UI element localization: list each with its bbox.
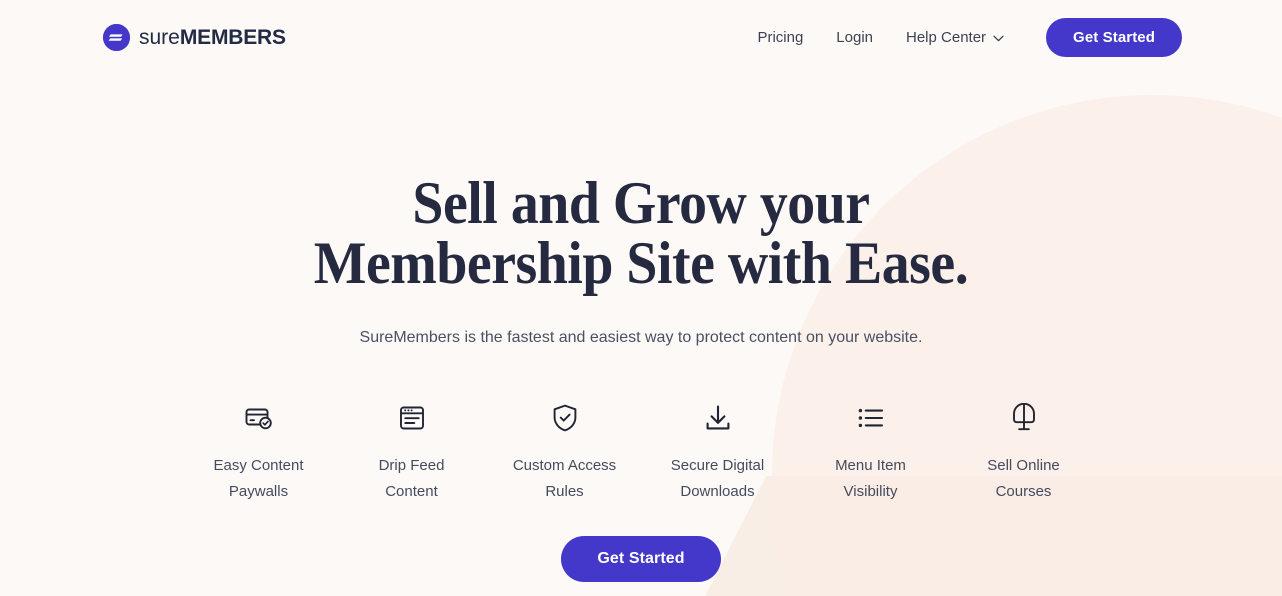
header-get-started-button[interactable]: Get Started [1046, 17, 1182, 57]
feature-label: Custom Access Rules [513, 453, 616, 505]
landing-page: sureMEMBERS Pricing Login Help Center Ge… [0, 0, 1282, 596]
feature-label-line-2: Downloads [680, 483, 755, 500]
feature-item-drip-feed-content[interactable]: Drip Feed Content [335, 401, 488, 505]
feature-label-line-1: Drip Feed [378, 457, 445, 474]
brand-logo-text: sureMEMBERS [139, 27, 286, 48]
feature-label: Secure Digital Downloads [671, 453, 764, 505]
nav-item-pricing[interactable]: Pricing [757, 30, 803, 45]
feature-item-sell-online-courses[interactable]: Sell Online Courses [947, 401, 1100, 505]
feature-label: Easy Content Paywalls [213, 453, 303, 505]
hero-get-started-button[interactable]: Get Started [561, 536, 721, 582]
feature-item-secure-digital-downloads[interactable]: Secure Digital Downloads [641, 401, 794, 505]
browser-window-icon [398, 401, 426, 435]
hero-section: Sell and Grow your Membership Site with … [0, 74, 1282, 349]
feature-label: Drip Feed Content [379, 453, 445, 505]
feature-label-line-1: Sell Online [987, 457, 1060, 474]
suremembers-circle-logo-icon [103, 23, 130, 51]
download-tray-icon [704, 401, 732, 435]
feature-item-custom-access-rules[interactable]: Custom Access Rules [488, 401, 641, 505]
feature-label: Sell Online Courses [987, 453, 1060, 505]
shield-check-icon [551, 401, 579, 435]
chevron-down-icon [993, 30, 1004, 45]
brand-name-light: sure [139, 25, 180, 49]
page-title: Sell and Grow your Membership Site with … [45, 173, 1237, 293]
bullet-list-icon [857, 401, 885, 435]
feature-label-line-2: Visibility [843, 483, 898, 500]
feature-label-line-2: Rules [545, 483, 584, 500]
headline-line-1: Sell and Grow your [412, 170, 870, 236]
online-course-monitor-icon [1010, 401, 1038, 435]
hero-cta-container: Get Started [0, 536, 1282, 582]
feature-label: Menu Item Visibility [835, 453, 906, 505]
credit-card-check-icon [244, 401, 274, 435]
feature-label-line-1: Secure Digital [670, 457, 765, 474]
feature-label-line-2: Content [385, 483, 438, 500]
feature-label-line-2: Paywalls [228, 483, 289, 500]
headline-line-2: Membership Site with Ease. [313, 230, 969, 296]
feature-label-line-1: Custom Access [512, 457, 617, 474]
feature-label-line-2: Courses [995, 483, 1052, 500]
feature-item-easy-content-paywalls[interactable]: Easy Content Paywalls [182, 401, 335, 505]
nav-item-login[interactable]: Login [836, 30, 873, 45]
primary-navigation: Pricing Login Help Center Get Started [757, 17, 1182, 57]
feature-label-line-1: Easy Content [213, 457, 304, 474]
feature-item-menu-item-visibility[interactable]: Menu Item Visibility [794, 401, 947, 505]
feature-highlights: Easy Content Paywalls Drip Feed Content [0, 401, 1282, 505]
hero-subheadline: SureMembers is the fastest and easiest w… [359, 329, 923, 346]
site-header: sureMEMBERS Pricing Login Help Center Ge… [0, 0, 1282, 74]
brand-logo[interactable]: sureMEMBERS [103, 23, 286, 51]
nav-item-help-center[interactable]: Help Center [906, 30, 1004, 45]
nav-item-help-center-label: Help Center [906, 28, 987, 46]
brand-name-bold: MEMBERS [179, 25, 286, 49]
feature-label-line-1: Menu Item [835, 457, 906, 474]
